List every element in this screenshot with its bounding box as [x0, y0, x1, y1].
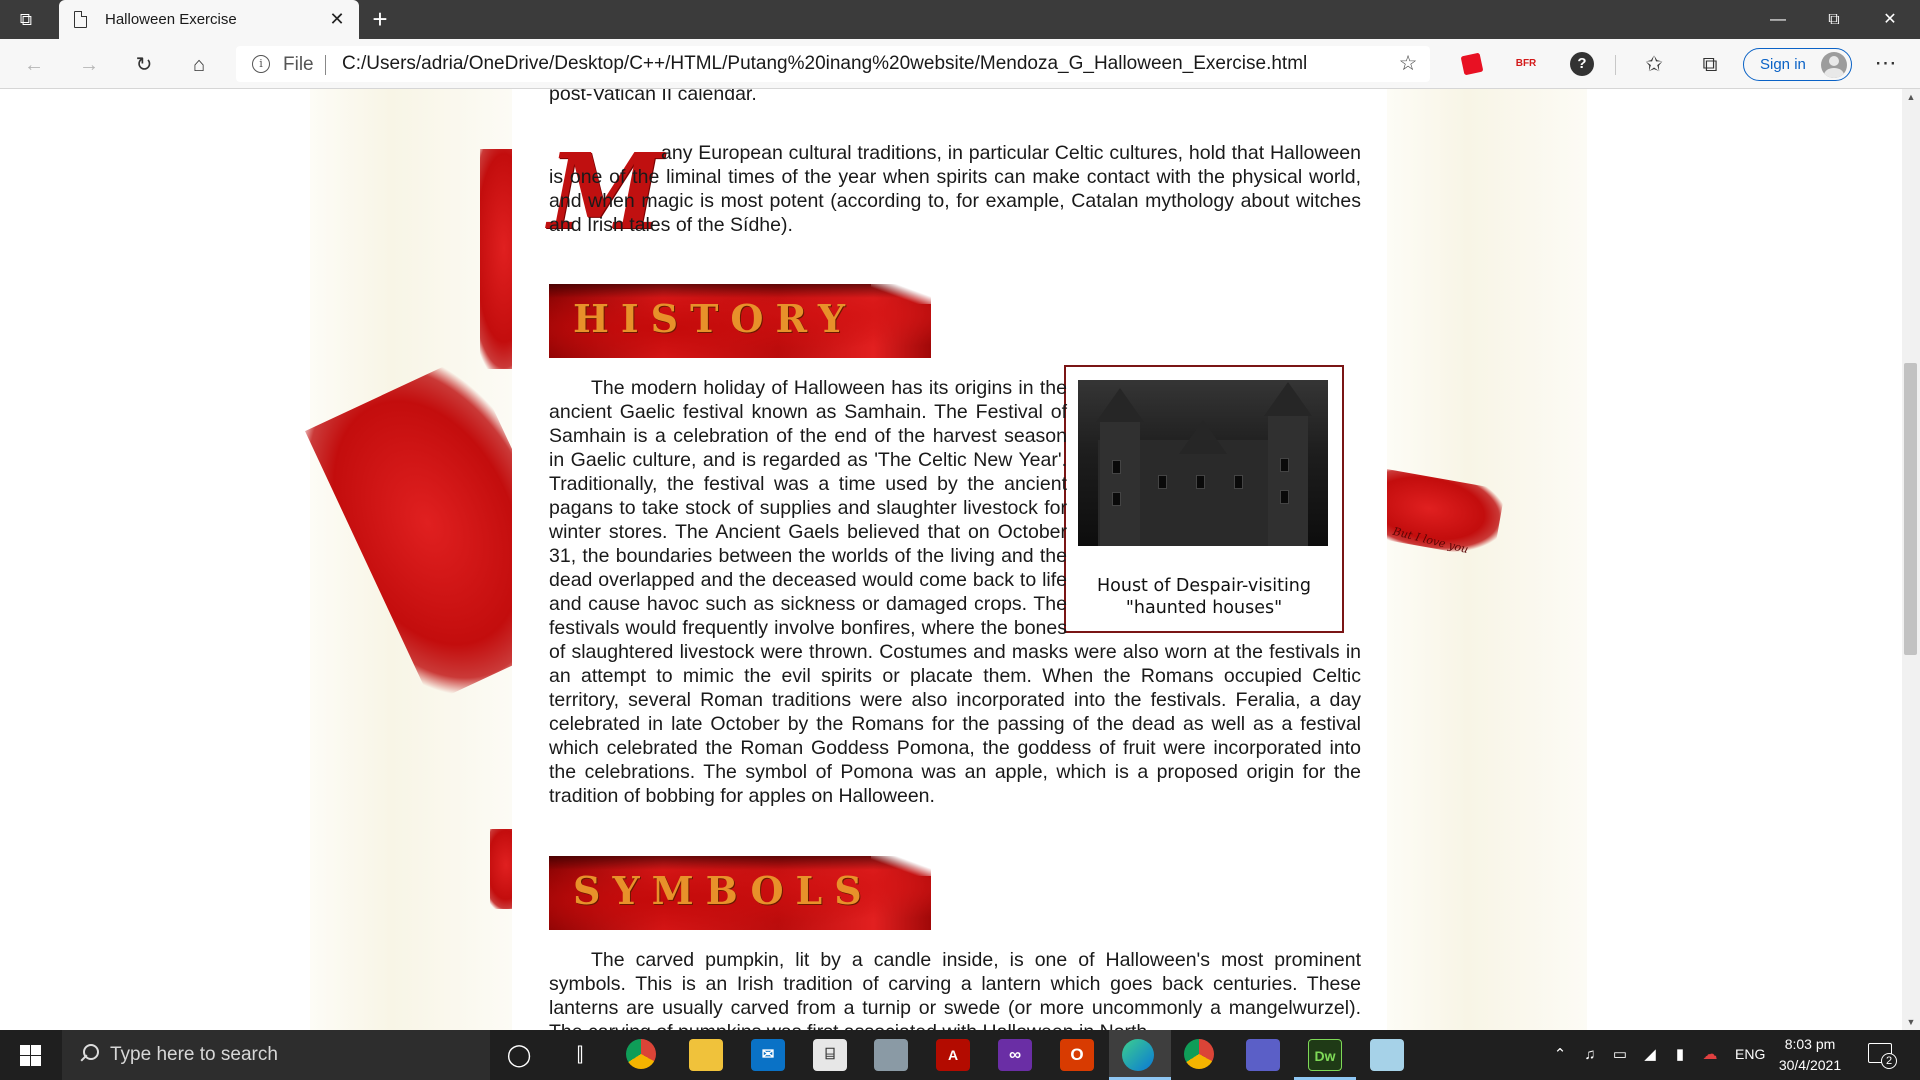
scrollbar-thumb[interactable]	[1904, 363, 1917, 655]
file-explorer-icon[interactable]	[689, 1039, 723, 1071]
info-icon[interactable]: i	[252, 55, 270, 73]
windows-taskbar: Type here to search ◯ ⫿ ✉ ⌸ A ∞ O Dw ⌃ ♫…	[0, 1030, 1920, 1080]
start-button[interactable]	[10, 1041, 50, 1071]
refresh-button[interactable]: ↻	[129, 50, 159, 80]
right-background	[1387, 89, 1587, 1030]
tab-halloween-exercise[interactable]: Halloween Exercise ✕	[59, 0, 359, 39]
toolbar-divider	[1615, 55, 1616, 75]
new-tab-button[interactable]: +	[366, 6, 394, 34]
minimize-button[interactable]: —	[1750, 0, 1806, 39]
notepad-icon[interactable]	[1370, 1039, 1404, 1071]
visual-studio-icon[interactable]: ∞	[998, 1039, 1032, 1071]
add-favorite-icon[interactable]: ☆	[1396, 52, 1420, 76]
address-divider	[325, 55, 326, 75]
url-text[interactable]: C:/Users/adria/OneDrive/Desktop/C++/HTML…	[342, 53, 1307, 75]
chrome-icon[interactable]	[626, 1039, 656, 1069]
page-icon	[74, 11, 87, 28]
red-extension-icon[interactable]	[1460, 52, 1484, 76]
help-extension-icon[interactable]: ?	[1570, 52, 1594, 76]
symbols-paragraph-text: The carved pumpkin, lit by a candle insi…	[549, 949, 1361, 1030]
symbols-heading: SYMBOLS	[573, 868, 874, 913]
celtic-paragraph-text: any European cultural traditions, in par…	[549, 142, 1361, 236]
vertical-scrollbar[interactable]: ▲ ▼	[1902, 89, 1920, 1030]
history-banner: HISTORY	[549, 284, 931, 358]
scroll-up-arrow[interactable]: ▲	[1902, 89, 1920, 105]
scroll-down-arrow[interactable]: ▼	[1902, 1014, 1920, 1030]
restore-button[interactable]: ⧉	[1806, 0, 1862, 39]
back-button[interactable]: ←	[19, 50, 49, 80]
camera-app-icon[interactable]	[1246, 1039, 1280, 1071]
tab-actions-icon[interactable]: ⧉	[14, 8, 38, 32]
clock[interactable]: 8:03 pm 30/4/2021	[1771, 1034, 1849, 1076]
browser-titlebar: ⧉ Halloween Exercise ✕ + — ⧉ ✕	[0, 0, 1920, 39]
notifications-icon[interactable]: 2	[1868, 1043, 1897, 1069]
volume-icon[interactable]: ♫	[1578, 1044, 1602, 1066]
search-icon	[78, 1044, 99, 1064]
search-placeholder: Type here to search	[110, 1044, 278, 1065]
page-viewport: But I love you post-Vatican II calendar.…	[0, 89, 1902, 1030]
more-options-icon[interactable]: ⋯	[1870, 50, 1900, 80]
dreamweaver-icon[interactable]: Dw	[1308, 1039, 1342, 1071]
wifi-icon[interactable]: ◢	[1638, 1044, 1662, 1066]
close-tab-icon[interactable]: ✕	[325, 7, 349, 31]
celtic-paragraph: any European cultural traditions, in par…	[549, 141, 1361, 237]
task-view-icon[interactable]: ⫿	[563, 1039, 597, 1071]
sign-in-button[interactable]: Sign in	[1743, 48, 1852, 81]
microphone-icon[interactable]: ▮	[1668, 1044, 1692, 1066]
chrome-alt-icon[interactable]	[1184, 1039, 1214, 1069]
avatar	[1821, 52, 1847, 78]
mixed-reality-icon[interactable]	[874, 1039, 908, 1071]
language-indicator[interactable]: ENG	[1735, 1046, 1765, 1062]
address-bar[interactable]: i File C:/Users/adria/OneDrive/Desktop/C…	[236, 46, 1430, 82]
figure-spacer	[1067, 376, 1361, 638]
symbols-paragraph: The carved pumpkin, lit by a candle insi…	[549, 948, 1361, 1030]
acrobat-icon[interactable]: A	[936, 1039, 970, 1071]
battery-icon[interactable]: ▭	[1608, 1044, 1632, 1066]
notification-count: 2	[1881, 1053, 1897, 1069]
forward-button[interactable]: →	[74, 50, 104, 80]
article-content: post-Vatican II calendar. M any European…	[512, 89, 1387, 1030]
tab-title: Halloween Exercise	[105, 11, 237, 28]
bfr-extension-icon[interactable]: BFR	[1514, 52, 1538, 76]
tray-overflow-icon[interactable]: ⌃	[1548, 1044, 1572, 1066]
collections-icon[interactable]: ⧉	[1697, 52, 1723, 78]
clock-date: 30/4/2021	[1778, 1057, 1842, 1073]
history-heading: HISTORY	[573, 296, 858, 341]
browser-toolbar: ← → ↻ ⌂ i File C:/Users/adria/OneDrive/D…	[0, 39, 1920, 89]
edge-icon[interactable]	[1122, 1039, 1154, 1071]
office-icon[interactable]: O	[1060, 1039, 1094, 1071]
cortana-icon[interactable]: ◯	[502, 1039, 536, 1071]
home-button[interactable]: ⌂	[184, 50, 214, 80]
sign-in-label: Sign in	[1760, 56, 1806, 73]
favorites-icon[interactable]: ✩	[1641, 52, 1667, 78]
intro-tail-text: post-Vatican II calendar.	[549, 89, 757, 105]
onedrive-icon[interactable]: ☁	[1698, 1044, 1722, 1066]
symbols-banner: SYMBOLS	[549, 856, 931, 930]
store-icon[interactable]: ⌸	[813, 1039, 847, 1071]
mail-icon[interactable]: ✉	[751, 1039, 785, 1071]
address-scheme-label: File	[283, 54, 314, 75]
taskbar-search[interactable]: Type here to search	[62, 1030, 490, 1080]
close-window-button[interactable]: ✕	[1862, 0, 1918, 39]
clock-time: 8:03 pm	[1784, 1036, 1836, 1052]
history-paragraph: The modern holiday of Halloween has its …	[549, 376, 1361, 808]
